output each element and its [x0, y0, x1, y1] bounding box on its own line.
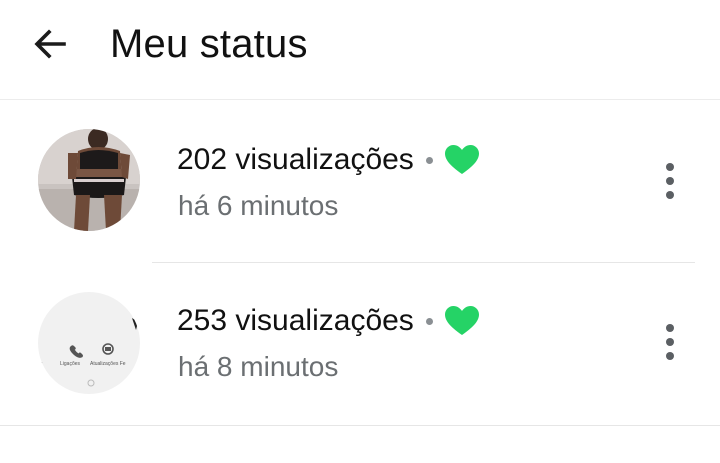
separator-dot [425, 156, 433, 164]
more-options-button[interactable] [648, 312, 692, 372]
more-vertical-icon [666, 163, 674, 171]
views-summary: 253 visualizações [177, 303, 479, 339]
views-count: 202 visualizações [177, 143, 414, 176]
app-bar: Meu status [0, 0, 720, 100]
status-screen: Meu status 202 visualizações há 6 minuto… [0, 0, 720, 463]
status-time: há 6 minutos [178, 190, 339, 221]
status-time: há 8 minutos [178, 351, 339, 382]
more-vertical-icon [666, 324, 674, 332]
views-count: 253 visualizações [177, 304, 414, 337]
separator-dot [425, 317, 433, 325]
status-item[interactable]: Ligações Atualizações Fe s 253 visualiza… [0, 263, 720, 423]
status-thumbnail[interactable]: Ligações Atualizações Fe s [38, 292, 140, 394]
back-button[interactable] [24, 20, 76, 68]
thumbnail-label-updates: Atualizações Fe [90, 361, 126, 367]
status-thumbnail[interactable] [38, 129, 140, 231]
more-vertical-icon-dot [666, 177, 674, 185]
list-end-divider [0, 425, 720, 426]
status-item[interactable]: 202 visualizações há 6 minutos [0, 101, 720, 261]
green-heart-icon [444, 145, 479, 174]
more-vertical-icon-dot [666, 338, 674, 346]
arrow-left-icon [34, 29, 66, 59]
more-options-button[interactable] [648, 151, 692, 211]
green-heart-icon [444, 306, 479, 335]
more-vertical-icon-dot [666, 352, 674, 360]
views-summary: 202 visualizações [177, 142, 479, 178]
screenshot-thumbnail-image: Ligações Atualizações Fe s [38, 292, 140, 394]
person-photo-image [38, 129, 140, 231]
more-vertical-icon-dot [666, 191, 674, 199]
thumbnail-label-calls: Ligações [60, 361, 81, 367]
page-title: Meu status [110, 22, 308, 66]
